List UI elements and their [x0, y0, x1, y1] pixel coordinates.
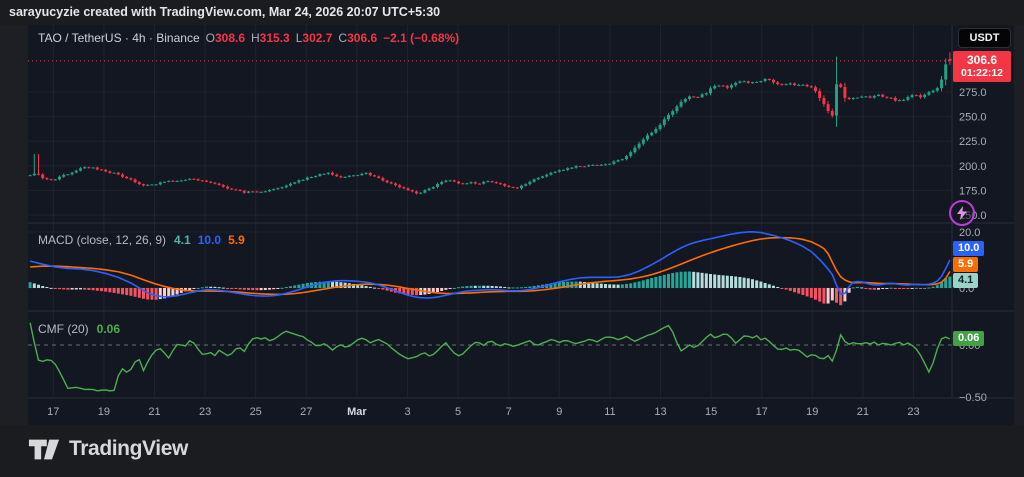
svg-text:17: 17 — [47, 406, 59, 418]
svg-text:175.0: 175.0 — [959, 185, 987, 197]
footer-bar: TradingView — [0, 425, 1024, 477]
svg-text:Mar: Mar — [347, 406, 367, 418]
chart-panel[interactable]: 275.0250.0225.0200.0175.0150.020.00.00.0… — [28, 25, 1014, 425]
currency-toggle-button[interactable]: USDT — [958, 28, 1011, 48]
svg-text:23: 23 — [199, 406, 211, 418]
boost-lightning-icon[interactable] — [949, 200, 975, 226]
macd-signal-value: 5.9 — [228, 233, 245, 247]
cmf-title: CMF (20) — [38, 322, 89, 336]
tradingview-logo-text: TradingView — [69, 437, 188, 460]
svg-text:225.0: 225.0 — [959, 136, 987, 148]
last-price-badge: 306.6 01:22:12 — [953, 51, 1011, 82]
screenshot-root: sarayucyzie created with TradingView.com… — [0, 0, 1024, 477]
low-value: 302.7 — [302, 31, 333, 45]
svg-text:25: 25 — [250, 406, 262, 418]
candles — [28, 52, 952, 195]
macd-hist-badge: 4.1 — [953, 273, 979, 288]
svg-text:3: 3 — [404, 406, 410, 418]
svg-text:15: 15 — [705, 406, 717, 418]
bar-countdown: 01:22:12 — [960, 67, 1004, 79]
high-label: H — [251, 31, 260, 45]
svg-text:19: 19 — [806, 406, 818, 418]
svg-text:250.0: 250.0 — [959, 112, 987, 124]
attribution-bar: sarayucyzie created with TradingView.com… — [0, 0, 1024, 25]
chart-canvas[interactable]: 275.0250.0225.0200.0175.0150.020.00.00.0… — [28, 25, 1014, 425]
macd-title: MACD (close, 12, 26, 9) — [38, 233, 167, 247]
svg-text:7: 7 — [506, 406, 512, 418]
svg-text:9: 9 — [556, 406, 562, 418]
high-value: 315.3 — [259, 31, 290, 45]
cmf-badge: 0.06 — [953, 331, 985, 346]
svg-text:−0.50: −0.50 — [959, 392, 987, 404]
lightning-glyph — [957, 206, 967, 220]
svg-text:200.0: 200.0 — [959, 161, 987, 173]
open-value: 308.6 — [214, 31, 245, 45]
macd-legend: MACD (close, 12, 26, 9) 4.1 10.0 5.9 — [38, 233, 245, 247]
macd-hist-value: 4.1 — [174, 233, 191, 247]
svg-text:21: 21 — [148, 406, 160, 418]
close-value: 306.6 — [347, 31, 378, 45]
svg-text:5: 5 — [455, 406, 461, 418]
svg-text:275.0: 275.0 — [959, 87, 987, 99]
change-value: −2.1 (−0.68%) — [383, 31, 460, 45]
attribution-text: sarayucyzie created with TradingView.com… — [9, 5, 441, 19]
cmf-legend: CMF (20) 0.06 — [38, 322, 120, 336]
tradingview-logo-icon — [28, 439, 60, 459]
svg-text:21: 21 — [857, 406, 869, 418]
svg-text:19: 19 — [98, 406, 110, 418]
time-axis[interactable]: 17 19 21 23 25 27 Mar 3 5 7 9 11 13 15 17 19 21 23 — [47, 406, 919, 418]
svg-text:17: 17 — [756, 406, 768, 418]
open-label: O — [205, 31, 215, 45]
cmf-value: 0.06 — [96, 322, 121, 336]
svg-text:20.0: 20.0 — [959, 227, 980, 239]
svg-text:23: 23 — [907, 406, 919, 418]
tradingview-logo[interactable]: TradingView — [28, 437, 188, 461]
symbol-legend: TAO / TetherUS · 4h · Binance O308.6 H315.… — [38, 31, 459, 45]
macd-signal-badge: 5.9 — [953, 257, 979, 272]
close-label: C — [338, 31, 348, 45]
svg-text:13: 13 — [654, 406, 666, 418]
svg-text:11: 11 — [604, 406, 615, 418]
symbol-title: TAO / TetherUS · 4h · Binance — [38, 31, 200, 45]
macd-line-badge: 10.0 — [953, 241, 985, 256]
svg-text:27: 27 — [300, 406, 312, 418]
last-price-value: 306.6 — [966, 53, 998, 67]
macd-line-value: 10.0 — [197, 233, 222, 247]
